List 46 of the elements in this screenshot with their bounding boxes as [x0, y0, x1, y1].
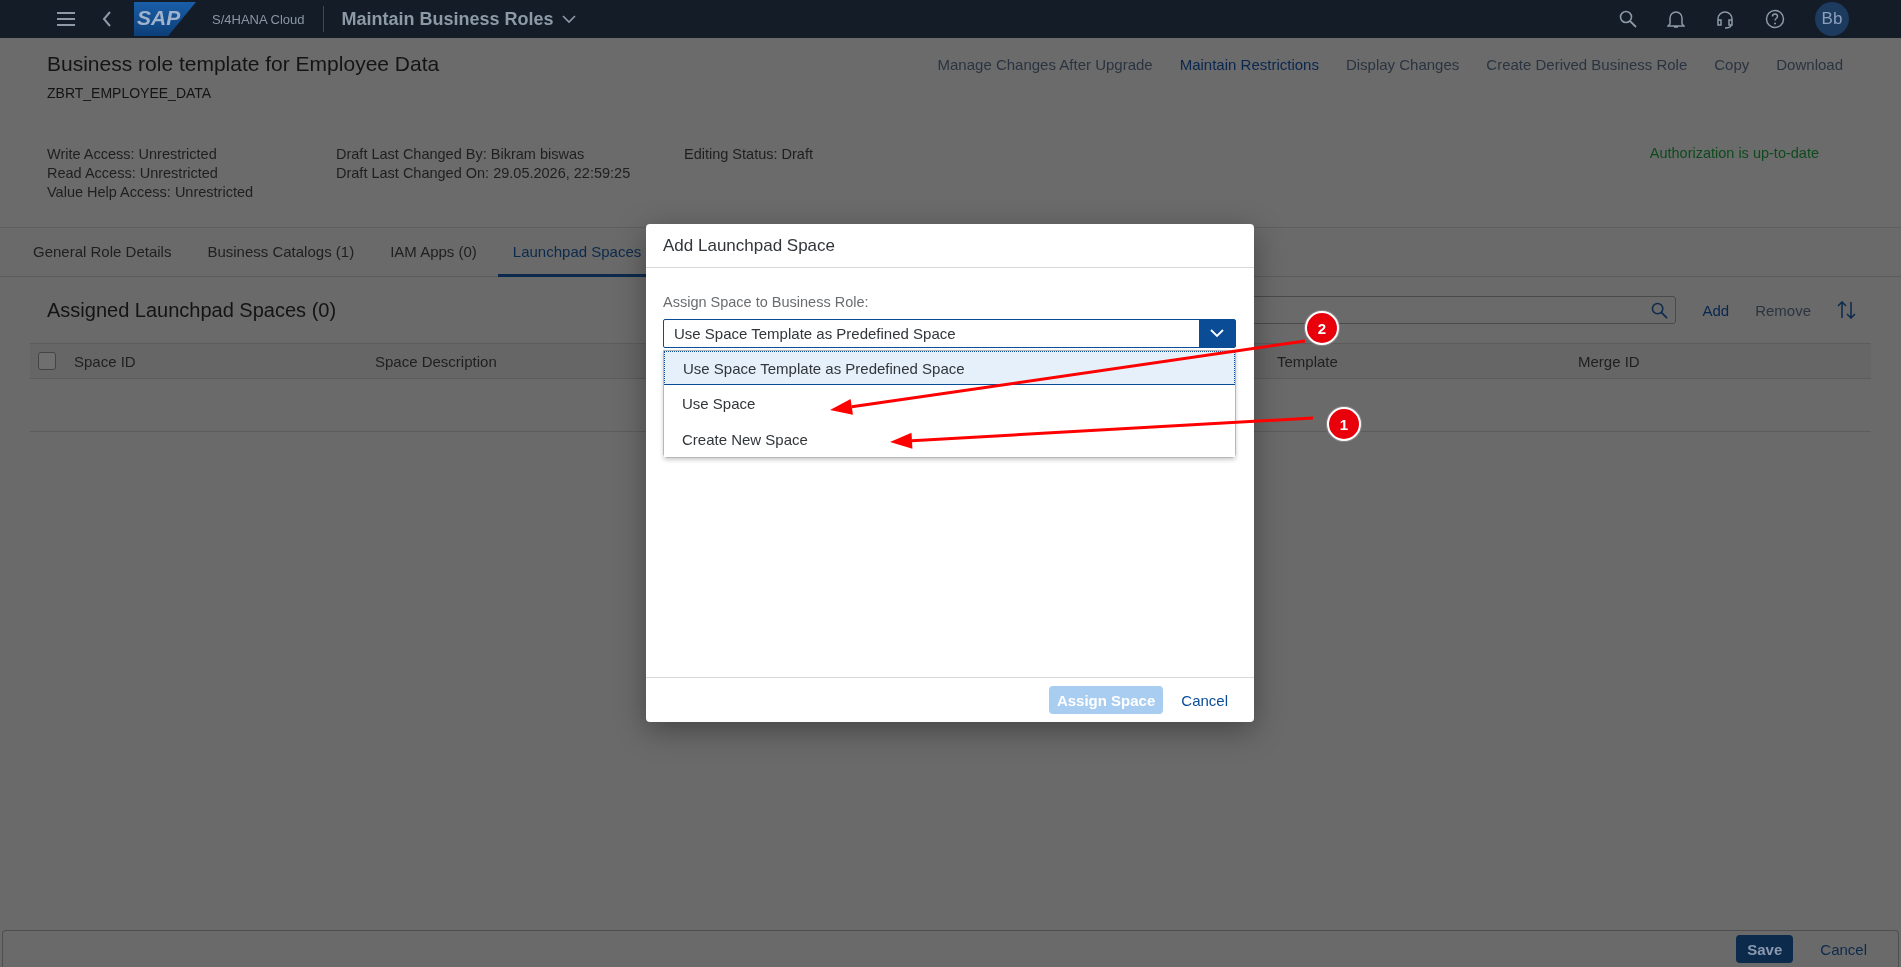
info-text: Read Access: Unrestricted — [47, 164, 219, 183]
tab[interactable]: IAM Apps (0) — [375, 228, 492, 277]
bell-icon[interactable] — [1667, 9, 1685, 29]
info-text: Draft Last Changed On: 29.05.2026, 22:59:25 — [336, 164, 632, 183]
column-header: Space ID — [74, 352, 136, 370]
role-id: ZBRT_EMPLOYEE_DATA — [47, 85, 213, 101]
info-text: Editing Status: Draft — [684, 145, 814, 164]
step-badge: 1 — [1327, 407, 1361, 441]
dropdown-option[interactable]: Use Space Template as Predefined Space — [664, 351, 1235, 385]
column-header: Space Description — [375, 352, 497, 370]
info-text: Draft Last Changed By: Bikram biswas — [336, 145, 586, 164]
select-all-checkbox[interactable] — [38, 352, 56, 370]
dialog-button[interactable]: Cancel — [1173, 686, 1236, 714]
chevron-down-icon — [561, 14, 576, 24]
user-avatar[interactable]: Bb — [1815, 2, 1849, 36]
step-badge: 2 — [1305, 311, 1339, 345]
dialog-title: Add Launchpad Space — [663, 235, 836, 256]
field-label: Assign Space to Business Role: — [663, 294, 870, 310]
product-name: S/4HANA Cloud — [212, 11, 305, 27]
back-icon[interactable] — [102, 11, 112, 27]
page-title: Business role template for Employee Data — [47, 52, 440, 76]
header-action-link[interactable]: Maintain Restrictions — [1179, 56, 1319, 73]
section-title: Assigned Launchpad Spaces (0) — [47, 298, 337, 322]
help-icon[interactable] — [1765, 9, 1785, 29]
dropdown-option[interactable]: Create New Space — [664, 421, 1235, 457]
dropdown-toggle[interactable] — [1199, 320, 1235, 347]
sort-icon[interactable] — [1837, 301, 1857, 319]
toolbar-button[interactable]: Add — [1702, 301, 1730, 319]
column-header: Template — [1277, 352, 1338, 370]
tab[interactable]: Business Catalogs (1) — [192, 228, 370, 277]
tab[interactable]: General Role Details — [18, 228, 187, 277]
info-text: Write Access: Unrestricted — [47, 145, 218, 164]
authorization-status: Authorization is up-to-date — [1649, 145, 1819, 163]
app-title-menu[interactable]: Maintain Business Roles — [341, 8, 576, 30]
info-text: Value Help Access: Unrestricted — [47, 183, 255, 202]
headset-icon[interactable] — [1715, 9, 1735, 29]
footer-button[interactable]: Save — [1736, 935, 1794, 963]
column-header: Merge ID — [1578, 352, 1640, 370]
logo[interactable]: SAP — [134, 2, 196, 36]
search-icon[interactable] — [1619, 10, 1637, 28]
dropdown-option[interactable]: Use Space — [664, 385, 1235, 421]
menu-icon[interactable] — [56, 11, 76, 27]
chevron-down-icon — [1210, 329, 1224, 338]
search-icon — [1651, 301, 1669, 319]
space-type-select[interactable]: Use Space Template as Predefined Space — [663, 319, 1236, 348]
footer-button[interactable]: Cancel — [1809, 935, 1878, 963]
